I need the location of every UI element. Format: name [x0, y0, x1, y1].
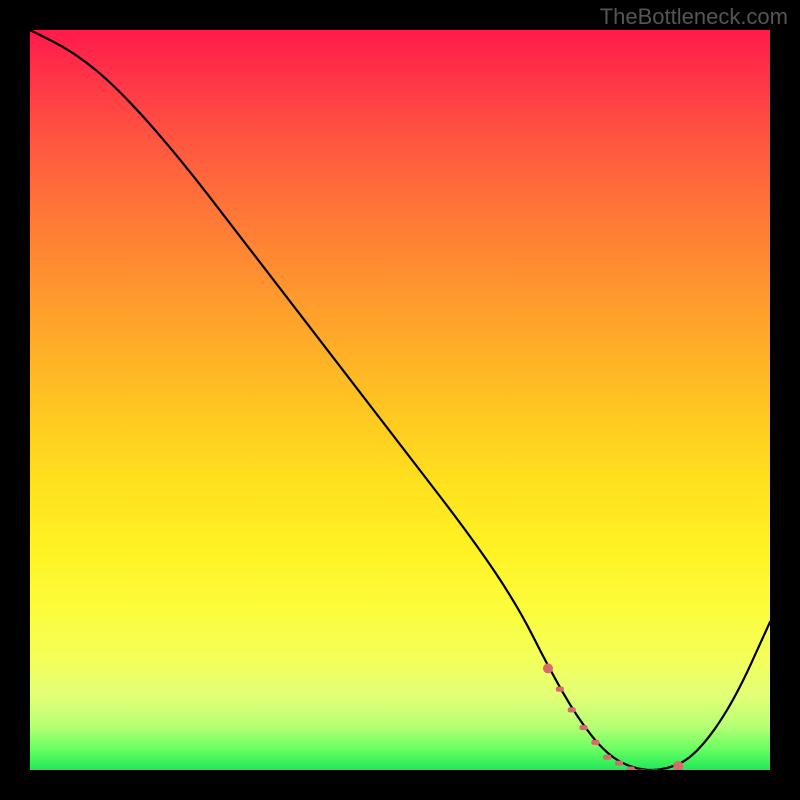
highlight-dash — [568, 707, 576, 712]
optimal-range-highlight — [543, 663, 683, 770]
highlight-dash — [627, 767, 635, 770]
highlight-end-dot — [543, 663, 553, 673]
watermark-text: TheBottleneck.com — [600, 4, 788, 30]
highlight-dash — [556, 687, 564, 692]
bottleneck-curve-path — [30, 30, 770, 770]
highlight-dash — [603, 755, 611, 760]
highlight-dash — [615, 761, 623, 766]
highlight-dash — [591, 740, 599, 745]
plot-area — [30, 30, 770, 770]
curve-svg — [30, 30, 770, 770]
highlight-dash — [580, 725, 588, 730]
